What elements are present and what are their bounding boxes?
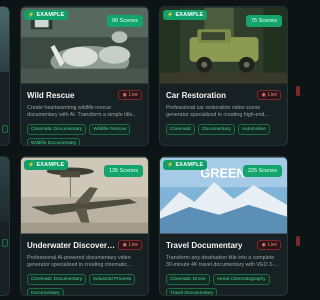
card-thumbnail: GREEN ⚡ EXAMPLE 225 Scenes <box>160 157 287 234</box>
card-title: Wild Rescue <box>27 90 75 100</box>
live-status-badge: ◉ Live <box>118 240 142 250</box>
tag-chip[interactable]: Travel Documentary <box>166 288 218 295</box>
template-card-wild-rescue[interactable]: ⚡ EXAMPLE 90 Scenes Wild Rescue ◉ Live C… <box>20 6 149 146</box>
tag-chip[interactable]: Automotive <box>237 124 270 135</box>
scenes-count-badge: 75 Scenes <box>246 15 282 27</box>
partial-thumbnail <box>0 157 9 222</box>
partial-card-left-bottom[interactable] <box>0 156 10 296</box>
tag-list: Cinematic Documentary Wildlife Rescue Wi… <box>27 124 142 145</box>
example-badge: ⚡ EXAMPLE <box>163 160 208 170</box>
live-icon: ◉ <box>261 242 266 248</box>
tag-chip[interactable]: Cinematic Drone <box>166 274 210 285</box>
template-card-car-restoration[interactable]: ⚡ EXAMPLE 75 Scenes Car Restoration ◉ Li… <box>159 6 288 146</box>
bolt-icon: ⚡ <box>167 12 174 18</box>
card-description: Professional car restoration video scene… <box>166 105 269 118</box>
card-title: Car Restoration <box>166 90 227 100</box>
tag-chip[interactable]: Cinematic <box>166 124 196 135</box>
tag-list: Cinematic Documentary Automotive <box>166 124 281 135</box>
scenes-count-badge: 225 Scenes <box>242 165 282 177</box>
tag-chip[interactable]: Cinematic Documentary <box>27 274 87 285</box>
live-icon: ◉ <box>122 92 127 98</box>
tag-list: Cinematic Drone Aerial Cinematography Tr… <box>166 274 281 295</box>
tag-list: Cinematic Documentary Industrial Process… <box>27 274 142 295</box>
scenes-count-badge: 90 Scenes <box>107 15 143 27</box>
live-icon: ◉ <box>122 242 127 248</box>
card-description: Professional AI-powered documentary vide… <box>27 255 132 268</box>
card-thumbnail: ⚡ EXAMPLE 75 Scenes <box>160 7 287 84</box>
example-badge: ⚡ EXAMPLE <box>24 160 69 170</box>
bolt-icon: ⚡ <box>28 12 35 18</box>
tag-chip[interactable]: Documentary <box>27 288 64 295</box>
tag-chip[interactable]: Cinematic Documentary <box>27 124 87 135</box>
card-title: Underwater Discovery & ... <box>27 240 119 250</box>
example-badge: ⚡ EXAMPLE <box>163 10 208 20</box>
tag-chip[interactable]: Documentary <box>198 124 235 135</box>
bolt-icon: ⚡ <box>28 162 35 168</box>
card-thumbnail: ⚡ EXAMPLE 135 Scenes <box>21 157 148 234</box>
scenes-count-badge: 135 Scenes <box>103 165 143 177</box>
partial-card-left-top[interactable] <box>0 6 10 146</box>
live-status-badge: ◉ Live <box>118 90 142 100</box>
template-card-travel-documentary[interactable]: GREEN ⚡ EXAMPLE 225 Scenes Travel Docume… <box>159 156 288 296</box>
tag-chip[interactable]: Aerial Cinematography <box>212 274 270 285</box>
live-icon: ◉ <box>261 92 266 98</box>
template-gallery: ⚡ EXAMPLE 90 Scenes Wild Rescue ◉ Live C… <box>0 0 300 300</box>
tag-chip[interactable]: Wildlife Rescue <box>89 124 131 135</box>
bolt-icon: ⚡ <box>167 162 174 168</box>
card-title: Travel Documentary <box>166 240 243 250</box>
card-description: Create heartwarming wildlife rescue docu… <box>27 105 137 118</box>
card-description: Transform any destination title into a c… <box>166 255 279 268</box>
tag-chip[interactable]: Industrial Process <box>89 274 136 285</box>
partial-live-badge-right <box>296 236 300 246</box>
partial-thumbnail <box>0 7 9 72</box>
live-status-badge: ◉ Live <box>257 240 281 250</box>
thumbnail-title-text: GREEN <box>200 165 245 180</box>
template-card-underwater-discovery[interactable]: ⚡ EXAMPLE 135 Scenes Underwater Discover… <box>20 156 149 296</box>
live-status-badge: ◉ Live <box>257 90 281 100</box>
partial-live-badge-right <box>296 86 300 96</box>
card-thumbnail: ⚡ EXAMPLE 90 Scenes <box>21 7 148 84</box>
tag-chip[interactable]: Wildlife Documentary <box>27 138 81 145</box>
example-badge: ⚡ EXAMPLE <box>24 10 69 20</box>
